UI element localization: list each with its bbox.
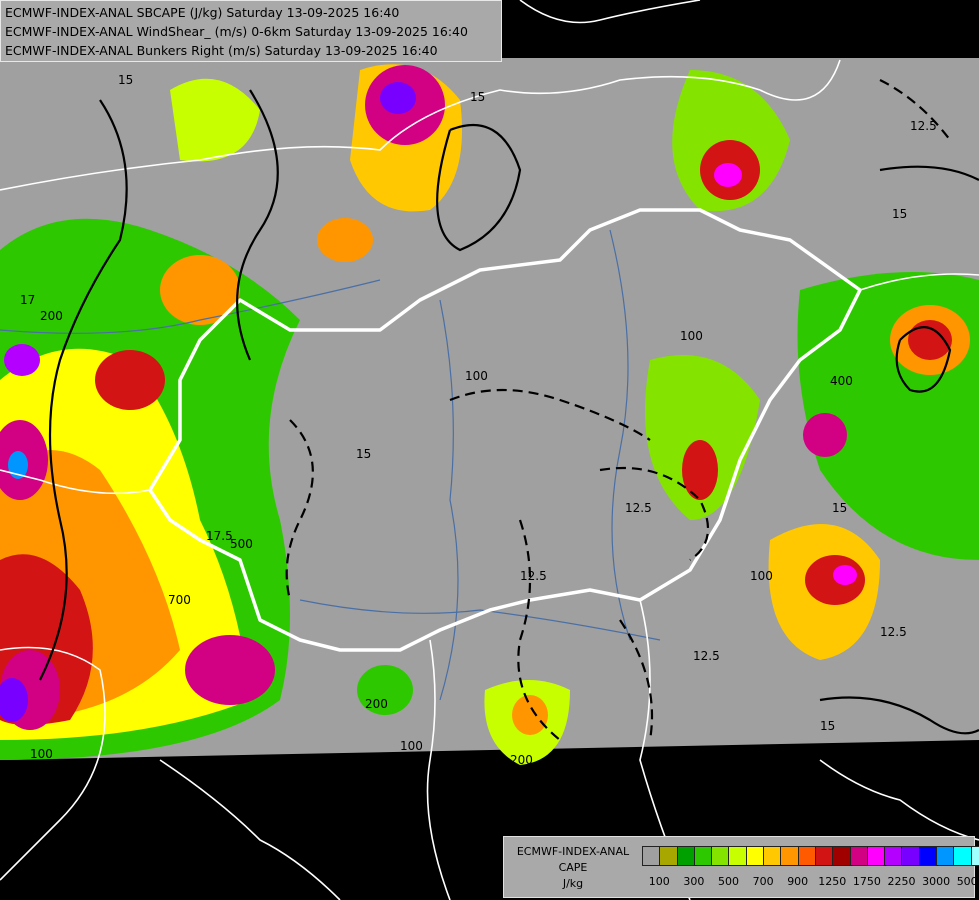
legend-tick-label: 700 xyxy=(752,875,774,888)
legend-tick-label: 5000 xyxy=(956,875,979,888)
legend-swatch xyxy=(780,846,799,866)
legend-swatch xyxy=(659,846,678,866)
legend-swatch xyxy=(849,846,868,866)
legend-swatch xyxy=(763,846,782,866)
contour-label: 12.5 xyxy=(910,119,937,133)
header-windshear: ECMWF-INDEX-ANAL WindShear_ (m/s) 0-6km … xyxy=(5,24,468,39)
legend-unit: J/kg xyxy=(562,877,584,890)
contour-label: 12.5 xyxy=(625,501,652,515)
contour-label: 12.5 xyxy=(520,569,547,583)
legend-tick-label: 900 xyxy=(787,875,809,888)
legend-swatch xyxy=(745,846,765,866)
legend-tick-label: 3000 xyxy=(922,875,951,888)
contour-label: 100 xyxy=(400,739,423,753)
legend-tick-label: 100 xyxy=(648,875,670,888)
contour-label: 500 xyxy=(230,537,253,551)
contour-label: 15 xyxy=(820,719,835,733)
legend-swatch xyxy=(918,846,938,866)
legend-swatch xyxy=(693,846,713,866)
legend-swatch xyxy=(970,846,979,866)
contour-label: 200 xyxy=(365,697,388,711)
header-sbcape: ECMWF-INDEX-ANAL SBCAPE (J/kg) Saturday … xyxy=(5,5,400,20)
contour-label: 700 xyxy=(168,593,191,607)
contour-label: 15 xyxy=(892,207,907,221)
legend-swatch xyxy=(866,846,886,866)
legend-tick-label: 300 xyxy=(683,875,705,888)
legend-field: CAPE xyxy=(558,861,588,874)
contour-label: 15 xyxy=(470,90,485,104)
contour-label: 15 xyxy=(118,73,133,87)
contour-label: 15 xyxy=(356,447,371,461)
legend-swatch xyxy=(728,846,747,866)
map-header: ECMWF-INDEX-ANAL SBCAPE (J/kg) Saturday … xyxy=(0,0,502,62)
legend-tick-label: 2250 xyxy=(887,875,916,888)
contour-label: 100 xyxy=(680,329,703,343)
legend-swatch xyxy=(884,846,903,866)
contour-label: 12.5 xyxy=(693,649,720,663)
contour-label: 17 xyxy=(20,293,35,307)
cape-map: 15 15 15 15 15 15 12.5 12.5 12.5 12.5 12… xyxy=(0,0,979,900)
legend-swatch xyxy=(832,846,851,866)
contour-label: 200 xyxy=(510,753,533,767)
legend-swatch xyxy=(642,846,661,866)
legend-swatch xyxy=(814,846,834,866)
legend-swatch xyxy=(711,846,730,866)
contour-label: 15 xyxy=(832,501,847,515)
cape-legend: ECMWF-INDEX-ANAL CAPE J/kg 100 300 500 700 9… xyxy=(503,836,979,898)
legend-tick-label: 500 xyxy=(718,875,739,888)
contour-label: 100 xyxy=(465,369,488,383)
legend-tick-label: 1250 xyxy=(818,875,847,888)
legend-swatch xyxy=(676,846,695,866)
legend-colorbar xyxy=(642,846,979,866)
contour-label: 17.5 xyxy=(206,529,233,543)
legend-swatch xyxy=(936,846,955,866)
contour-label: 200 xyxy=(40,309,63,323)
contour-label: 400 xyxy=(830,374,853,388)
legend-tick-label: 1750 xyxy=(852,875,881,888)
contour-label: 12.5 xyxy=(880,625,907,639)
legend-model: ECMWF-INDEX-ANAL xyxy=(516,845,630,858)
legend-swatch xyxy=(901,846,920,866)
legend-swatch xyxy=(797,846,816,866)
header-bunkers: ECMWF-INDEX-ANAL Bunkers Right (m/s) Sat… xyxy=(5,43,438,58)
contour-label: 100 xyxy=(30,747,53,761)
legend-swatch xyxy=(953,846,972,866)
contour-label: 100 xyxy=(750,569,773,583)
